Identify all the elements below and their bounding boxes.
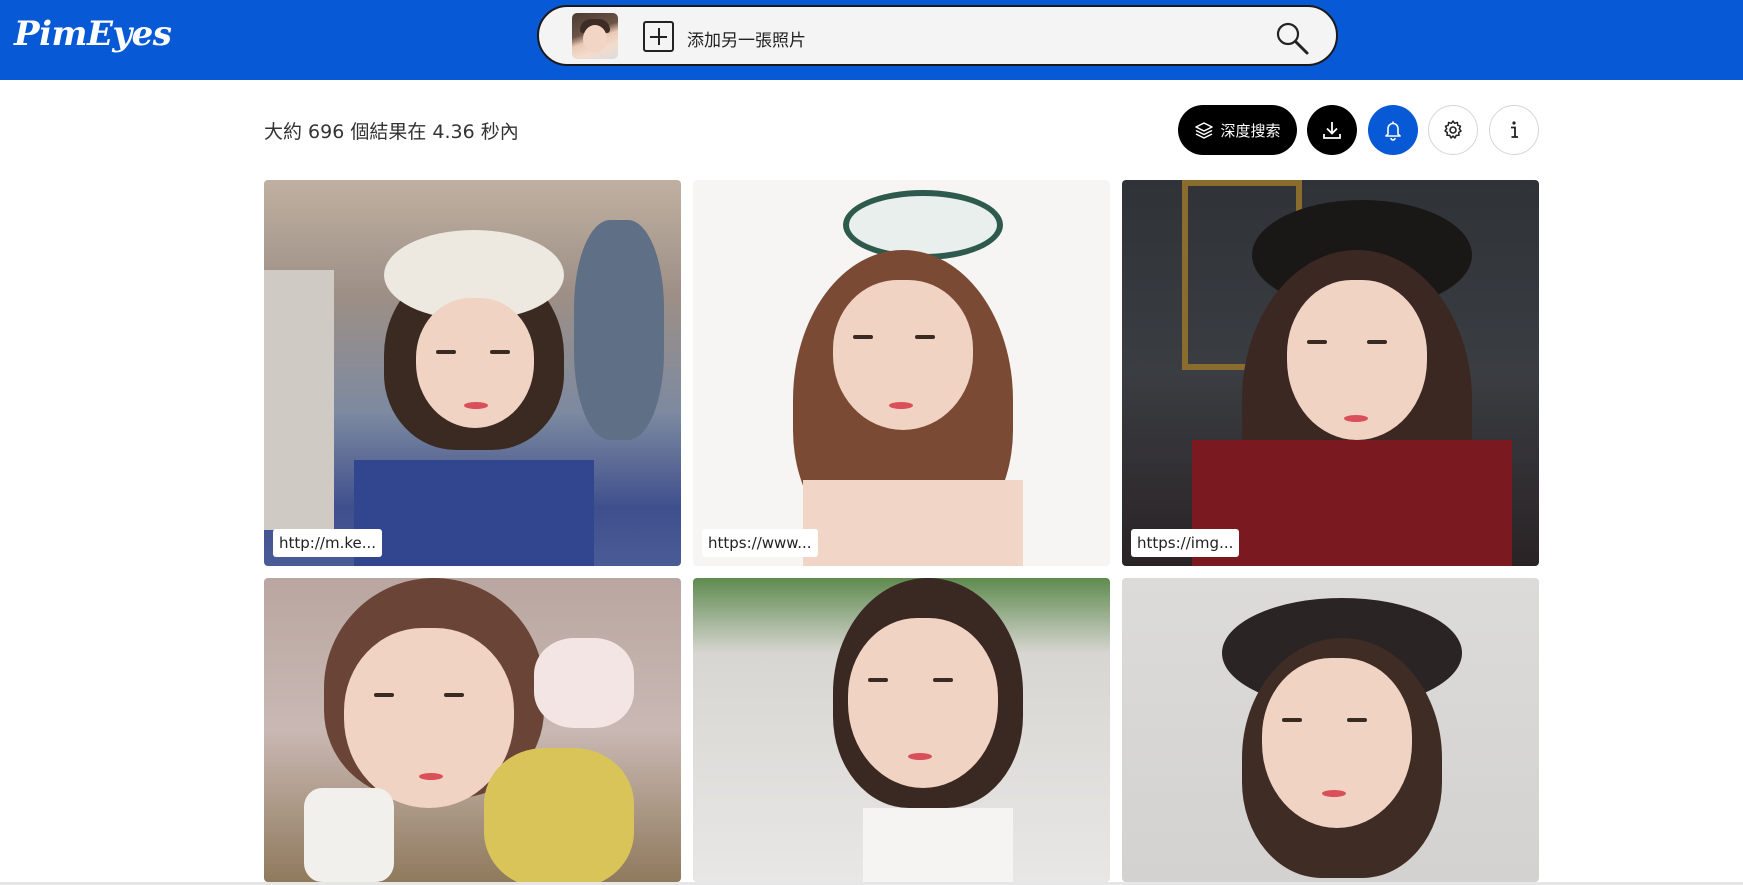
result-photo[interactable] [693,180,1110,566]
search-bar[interactable]: 添加另一張照片 [537,5,1338,66]
source-url-label[interactable]: https://img... [1131,529,1240,557]
result-card[interactable]: http://m.ke... [264,180,681,566]
result-photo[interactable] [1122,578,1539,882]
settings-button[interactable] [1428,105,1478,155]
result-card[interactable] [264,578,681,882]
info-icon [1511,121,1518,138]
download-button[interactable] [1307,105,1357,155]
top-bar: PimEyes 添加另一張照片 [0,0,1743,80]
deep-search-label: 深度搜索 [1220,121,1281,140]
result-card[interactable]: https://img... [1122,180,1539,566]
info-button[interactable] [1489,105,1539,155]
result-card[interactable] [1122,578,1539,882]
result-photo[interactable] [693,578,1110,882]
bell-icon [1385,121,1401,141]
search-icon[interactable] [1274,20,1310,56]
result-card[interactable]: https://www... [693,180,1110,566]
download-icon [1323,122,1341,139]
result-card[interactable] [693,578,1110,882]
results-summary: 大約 696 個結果在 4.36 秒內 [264,121,519,143]
result-photo[interactable] [264,578,681,882]
uploaded-photo-thumbnail[interactable] [572,13,618,59]
pimeyes-logo[interactable]: PimEyes [14,14,172,54]
result-photo[interactable] [1122,180,1539,566]
source-url-label[interactable]: https://www... [702,529,818,557]
plus-icon[interactable] [643,21,674,52]
deep-search-button[interactable]: 深度搜索 [1178,105,1297,155]
alert-button[interactable] [1368,105,1418,155]
source-url-label[interactable]: http://m.ke... [273,529,383,557]
add-photo-label[interactable]: 添加另一張照片 [687,26,806,51]
gear-icon [1444,120,1462,139]
result-photo[interactable] [264,180,681,566]
layers-icon [1195,122,1214,139]
